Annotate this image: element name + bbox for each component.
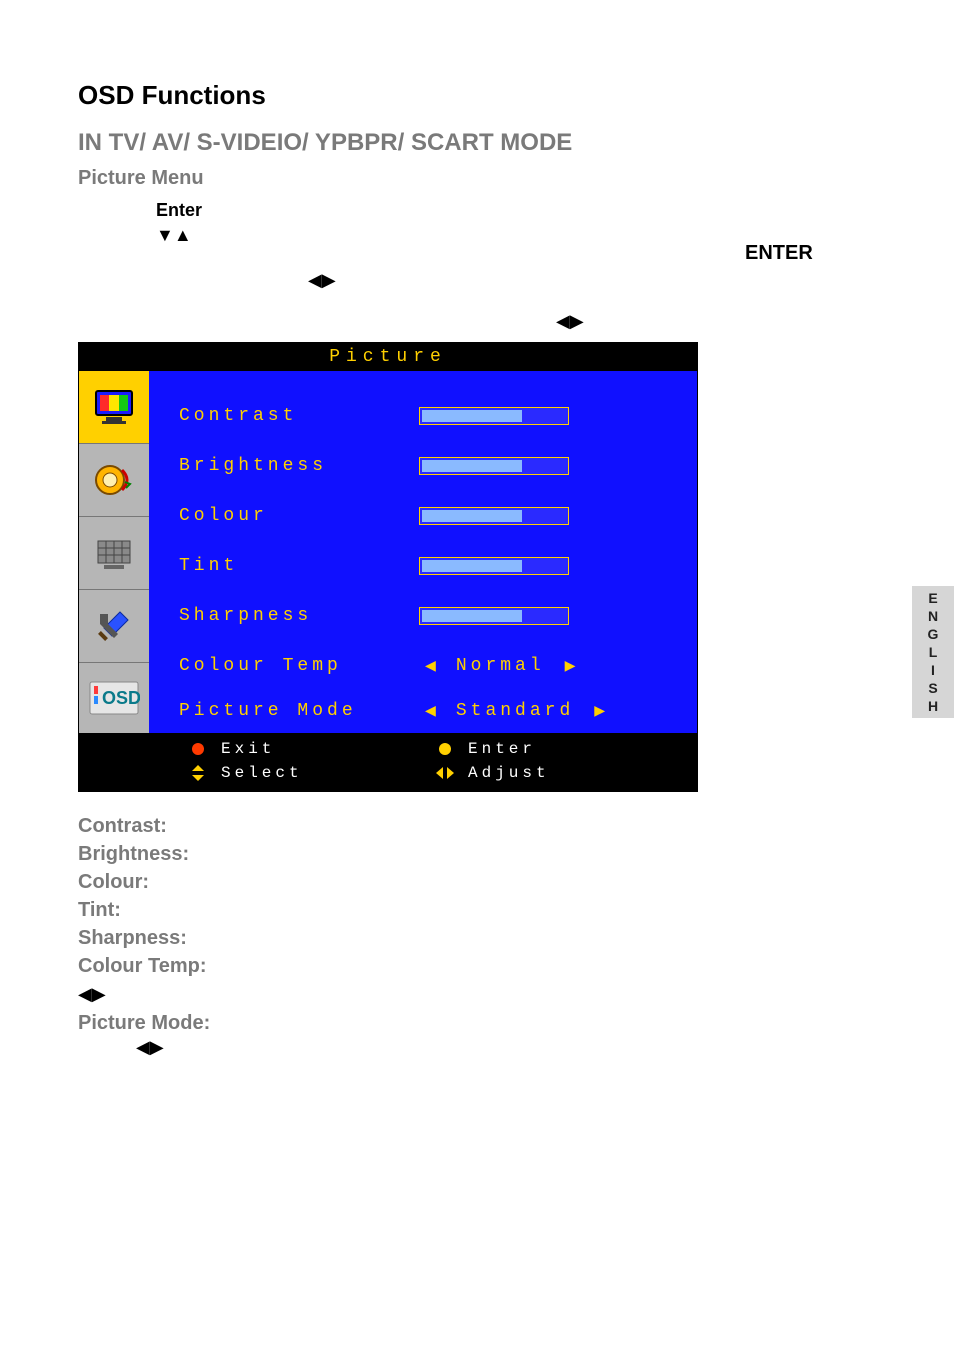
arrow-left-icon[interactable]: ◀: [419, 655, 442, 677]
osd-label-colour: Colour: [179, 506, 419, 526]
monitor-icon: [92, 385, 136, 429]
slider-sharpness[interactable]: [419, 607, 569, 625]
osd-label-brightness: Brightness: [179, 456, 419, 476]
osd-tab-sound[interactable]: [79, 444, 149, 517]
page-title: OSD Functions: [78, 80, 876, 111]
left-right-arrows-4: ◀▶: [136, 1037, 876, 1058]
osd-footer-exit: Exit: [189, 737, 436, 761]
osd-label-contrast: Contrast: [179, 406, 419, 426]
osd-row-contrast[interactable]: Contrast: [179, 391, 679, 441]
osd-title: Picture: [79, 343, 697, 371]
osd-footer-select-label: Select: [221, 764, 303, 782]
osd-row-brightness[interactable]: Brightness: [179, 441, 679, 491]
yellow-dot-icon: [436, 742, 454, 756]
desc-contrast: Contrast:: [78, 812, 876, 840]
slider-contrast[interactable]: [419, 407, 569, 425]
osd-footer-exit-label: Exit: [221, 740, 275, 758]
osd-row-picture-mode[interactable]: Picture Mode ◀ Standard ▶: [179, 691, 679, 731]
osd-footer-adjust-label: Adjust: [468, 764, 550, 782]
desc-sharpness: Sharpness:: [78, 924, 876, 952]
menu-heading: Picture Menu: [78, 167, 876, 190]
osd-value-picture-mode: Standard: [456, 701, 574, 721]
osd-tab-osd[interactable]: OSD: [79, 663, 149, 733]
enter-label: Enter: [156, 200, 876, 221]
arrow-left-icon[interactable]: ◀: [419, 700, 442, 722]
svg-text:OSD: OSD: [102, 688, 140, 708]
mode-heading: IN TV/ AV/ S-VIDEIO/ YPBPR/ SCART MODE: [78, 129, 876, 157]
osd-icon: OSD: [88, 680, 140, 716]
desc-tint: Tint:: [78, 896, 876, 924]
osd-footer-enter-label: Enter: [468, 740, 536, 758]
left-right-arrows-1: ◀▶: [308, 270, 876, 291]
slider-tint[interactable]: [419, 557, 569, 575]
arrow-right-icon[interactable]: ▶: [559, 655, 582, 677]
osd-row-colour[interactable]: Colour: [179, 491, 679, 541]
osd-tab-tuning[interactable]: [79, 517, 149, 590]
osd-menu: Picture: [78, 342, 698, 792]
osd-footer-select: Select: [189, 761, 436, 785]
desc-picture-mode: Picture Mode:: [78, 1009, 876, 1037]
osd-row-sharpness[interactable]: Sharpness: [179, 591, 679, 641]
slider-brightness[interactable]: [419, 457, 569, 475]
grid-icon: [92, 531, 136, 575]
desc-colour-temp: Colour Temp:: [78, 952, 876, 980]
left-right-arrows-icon: [436, 766, 454, 780]
red-dot-icon: [189, 742, 207, 756]
osd-row-tint[interactable]: Tint: [179, 541, 679, 591]
speaker-icon: [92, 458, 136, 502]
osd-sidebar: OSD: [79, 371, 149, 733]
side-tab-english: ENGLISH: [912, 586, 954, 718]
enter-right-label: ENTER: [745, 242, 813, 265]
desc-colour: Colour:: [78, 868, 876, 896]
arrow-right-icon[interactable]: ▶: [588, 700, 611, 722]
up-down-arrows-icon: [189, 765, 207, 781]
slider-colour[interactable]: [419, 507, 569, 525]
osd-footer-enter: Enter: [436, 737, 683, 761]
osd-tab-setup[interactable]: [79, 590, 149, 663]
left-right-arrows-2: ◀▶: [556, 311, 876, 332]
osd-value-colour-temp: Normal: [456, 656, 545, 676]
osd-tab-picture[interactable]: [79, 371, 149, 444]
osd-label-tint: Tint: [179, 556, 419, 576]
osd-label-colour-temp: Colour Temp: [179, 656, 419, 676]
desc-brightness: Brightness:: [78, 840, 876, 868]
osd-label-picture-mode: Picture Mode: [179, 701, 419, 721]
osd-footer-adjust: Adjust: [436, 761, 683, 785]
osd-footer: Exit Enter Select: [79, 733, 697, 791]
osd-label-sharpness: Sharpness: [179, 606, 419, 626]
osd-row-colour-temp[interactable]: Colour Temp ◀ Normal ▶: [179, 641, 679, 691]
left-right-arrows-3: ◀▶: [78, 984, 876, 1005]
tools-icon: [92, 604, 136, 648]
